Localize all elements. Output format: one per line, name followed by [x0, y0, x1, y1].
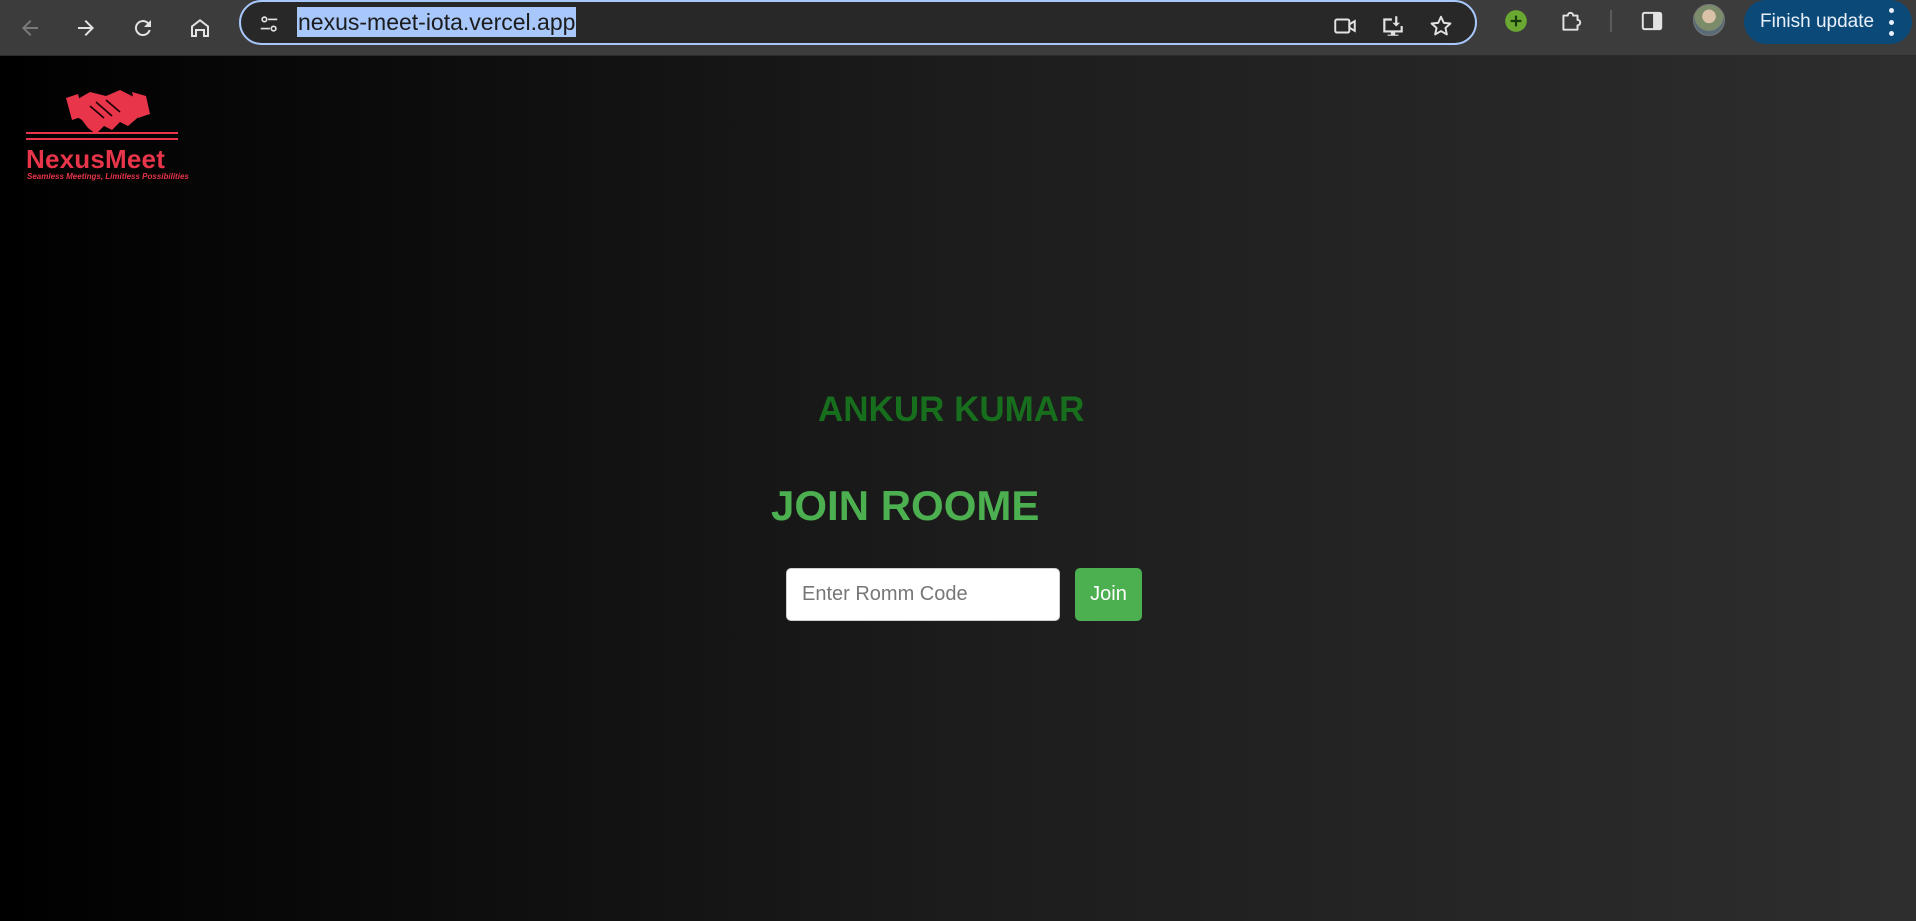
- user-name: ANKUR KUMAR: [818, 390, 1085, 429]
- toolbar-separator: [1610, 10, 1612, 32]
- extension-green-button[interactable]: [1498, 3, 1534, 39]
- install-app-button[interactable]: [1375, 8, 1411, 44]
- finish-update-button[interactable]: Finish update: [1744, 0, 1912, 44]
- page-content: NexusMeet Seamless Meetings, Limitless P…: [0, 56, 1916, 921]
- camera-button[interactable]: [1327, 8, 1363, 44]
- bookmark-button[interactable]: [1423, 8, 1459, 44]
- reload-button[interactable]: [121, 6, 165, 50]
- star-icon: [1430, 15, 1452, 36]
- finish-update-label: Finish update: [1760, 11, 1875, 32]
- install-app-icon: [1383, 16, 1403, 36]
- plus-circle-icon: [1505, 10, 1527, 32]
- arrow-back-icon: [22, 20, 38, 36]
- site-info-button[interactable]: [253, 8, 285, 40]
- arrow-forward-icon: [78, 20, 94, 36]
- logo-rule-top: [26, 138, 178, 140]
- video-camera-icon: [1334, 18, 1356, 34]
- reload-icon: [134, 20, 151, 37]
- more-vert-icon[interactable]: [1888, 8, 1894, 36]
- avatar[interactable]: [1693, 4, 1725, 36]
- forward-button[interactable]: [64, 6, 108, 50]
- home-icon: [191, 19, 209, 37]
- join-button[interactable]: Join: [1075, 568, 1142, 621]
- puzzle-icon: [1562, 11, 1582, 31]
- room-code-input[interactable]: [786, 568, 1060, 621]
- url-text[interactable]: nexus-meet-iota.vercel.app: [297, 7, 577, 37]
- logo-name: NexusMeet: [26, 144, 166, 174]
- logo-rule-upper: [26, 132, 178, 134]
- home-button[interactable]: [178, 6, 222, 50]
- side-panel-button[interactable]: [1634, 3, 1670, 39]
- address-bar[interactable]: nexus-meet-iota.vercel.app: [239, 0, 1477, 45]
- side-panel-icon: [1641, 11, 1663, 31]
- logo-tagline: Seamless Meetings, Limitless Possibiliti…: [27, 172, 189, 181]
- tune-icon: [260, 16, 278, 32]
- extensions-button[interactable]: [1553, 3, 1589, 39]
- back-button[interactable]: [8, 6, 52, 50]
- page-title: JOIN ROOME: [771, 482, 1040, 529]
- browser-toolbar: nexus-meet-iota.vercel.app Finish update: [0, 0, 1916, 56]
